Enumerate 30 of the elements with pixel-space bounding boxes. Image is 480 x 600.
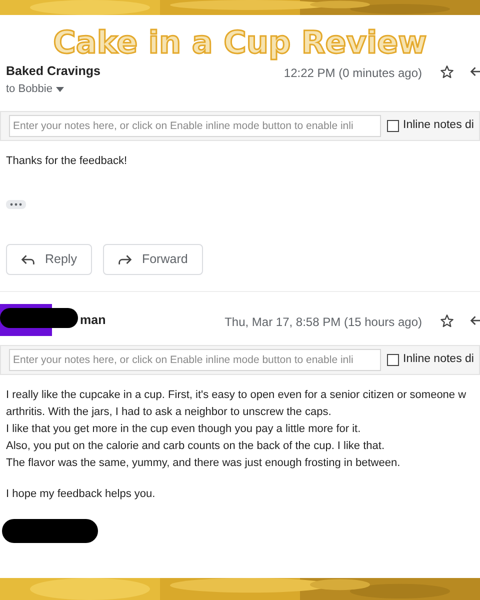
recipient-dropdown[interactable]: to Bobbie — [6, 81, 284, 97]
page-title: Cake in a Cup Review — [53, 25, 427, 61]
message-text: Thanks for the feedback! — [6, 154, 128, 169]
caret-icon — [56, 86, 64, 92]
forward-button[interactable]: Forward — [102, 244, 203, 275]
message-time: 12:22 PM (0 minutes ago) — [284, 65, 422, 82]
star-icon[interactable] — [440, 314, 454, 328]
message-time: Thu, Mar 17, 8:58 PM (15 hours ago) — [224, 314, 422, 331]
reply-icon[interactable] — [470, 315, 480, 327]
reply-button[interactable]: Reply — [6, 244, 92, 275]
inline-notes-label: Inline notes di — [403, 118, 474, 134]
inline-notes-checkbox[interactable] — [387, 354, 399, 366]
message-text: I hope my feedback helps you. — [6, 487, 156, 502]
show-trimmed-button[interactable] — [6, 200, 26, 209]
forward-arrow-icon — [118, 254, 132, 266]
dots-icon — [10, 203, 22, 206]
sender-name: man — [80, 312, 106, 329]
inline-notes-checkbox[interactable] — [387, 120, 399, 132]
reply-icon[interactable] — [470, 66, 480, 78]
message-text: arthritis. With the jars, I had to ask a neighbor to unscrew the caps. — [6, 405, 332, 420]
notes-field[interactable]: Enter your notes here, or click on Enable inline mode button to enable inli — [9, 115, 381, 137]
message-text: Also, you put on the calorie and carb counts on the back of the cup. I like that. — [6, 439, 386, 454]
inline-notes-label: Inline notes di — [403, 352, 474, 368]
message-text: I like that you get more in the cup even though you pay a little more for it. — [6, 422, 362, 437]
notes-field[interactable]: Enter your notes here, or click on Enable inline mode button to enable inli — [9, 349, 381, 371]
message-text: I really like the cupcake in a cup. First, it's easy to open even for a senior citizen or someone w — [6, 388, 468, 403]
message-text: The flavor was the same, yummy, and there was just enough frosting in between. — [6, 456, 402, 471]
star-icon[interactable] — [440, 65, 454, 79]
sender-name: Baked Cravings — [6, 62, 100, 80]
reply-arrow-icon — [21, 254, 35, 266]
